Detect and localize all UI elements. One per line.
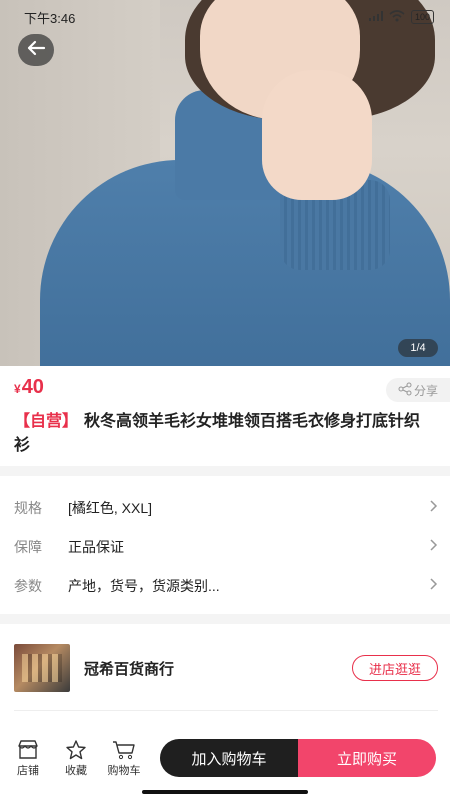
product-image[interactable] <box>0 0 450 366</box>
shop-row: 冠希百货商行 进店逛逛 <box>14 644 438 692</box>
product-title: 【自营】 秋冬高领羊毛衫女堆堆领百搭毛衣修身打底针织衫 <box>14 410 434 458</box>
section-divider <box>0 614 450 624</box>
cart-icon <box>112 738 136 762</box>
share-button[interactable]: 分享 <box>386 378 450 402</box>
image-page-indicator: 1/4 <box>398 339 438 357</box>
battery-icon: 100 <box>410 10 434 24</box>
spec-value: 产地，货号，货源类别... <box>68 578 220 594</box>
signal-icon <box>368 10 383 24</box>
section-divider <box>0 466 450 476</box>
chevron-right-icon <box>430 538 438 556</box>
currency-symbol: ¥ <box>14 382 21 396</box>
divider <box>14 710 438 711</box>
spec-row-size[interactable]: 规格 [橘红色, XXL] <box>14 490 438 526</box>
status-bar: 下午3:46 100 <box>0 0 450 34</box>
share-label: 分享 <box>413 383 438 398</box>
star-icon <box>65 738 87 762</box>
self-operated-tag: 【自营】 <box>14 413 79 430</box>
share-icon <box>398 382 412 399</box>
status-time: 下午3:46 <box>24 10 76 26</box>
back-arrow-icon <box>26 39 46 62</box>
spec-value: [橘红色, XXL] <box>68 500 153 516</box>
nav-cart[interactable]: 购物车 <box>100 738 148 778</box>
shop-name[interactable]: 冠希百货商行 <box>84 658 352 679</box>
bottom-action-bar: 店铺 收藏 购物车 加入购物车 立即购买 <box>0 732 450 784</box>
back-button[interactable] <box>18 34 54 66</box>
product-price: ¥40 <box>14 376 44 399</box>
buy-now-button[interactable]: 立即购买 <box>298 739 436 777</box>
chevron-right-icon <box>430 577 438 595</box>
home-indicator[interactable] <box>142 790 308 794</box>
nav-favorite[interactable]: 收藏 <box>52 738 100 778</box>
price-row: ¥40 分享 <box>0 374 450 404</box>
nav-favorite-label: 收藏 <box>65 765 87 777</box>
image-hands <box>262 70 372 200</box>
wifi-icon <box>389 9 405 25</box>
spec-value: 正品保证 <box>68 539 124 555</box>
shop-logo[interactable] <box>14 644 70 692</box>
nav-store[interactable]: 店铺 <box>4 738 52 778</box>
store-icon <box>17 738 39 762</box>
price-value: 40 <box>21 376 44 398</box>
spec-key: 规格 <box>14 500 42 516</box>
nav-cart-label: 购物车 <box>107 765 141 777</box>
spec-key: 参数 <box>14 578 42 594</box>
spec-key: 保障 <box>14 539 42 555</box>
visit-shop-button[interactable]: 进店逛逛 <box>352 655 438 681</box>
status-icons: 100 <box>368 9 434 25</box>
spec-row-guarantee[interactable]: 保障 正品保证 <box>14 529 438 565</box>
nav-store-label: 店铺 <box>17 765 39 777</box>
chevron-right-icon <box>430 499 438 517</box>
spec-row-params[interactable]: 参数 产地，货号，货源类别... <box>14 568 438 604</box>
add-to-cart-button[interactable]: 加入购物车 <box>160 739 298 777</box>
